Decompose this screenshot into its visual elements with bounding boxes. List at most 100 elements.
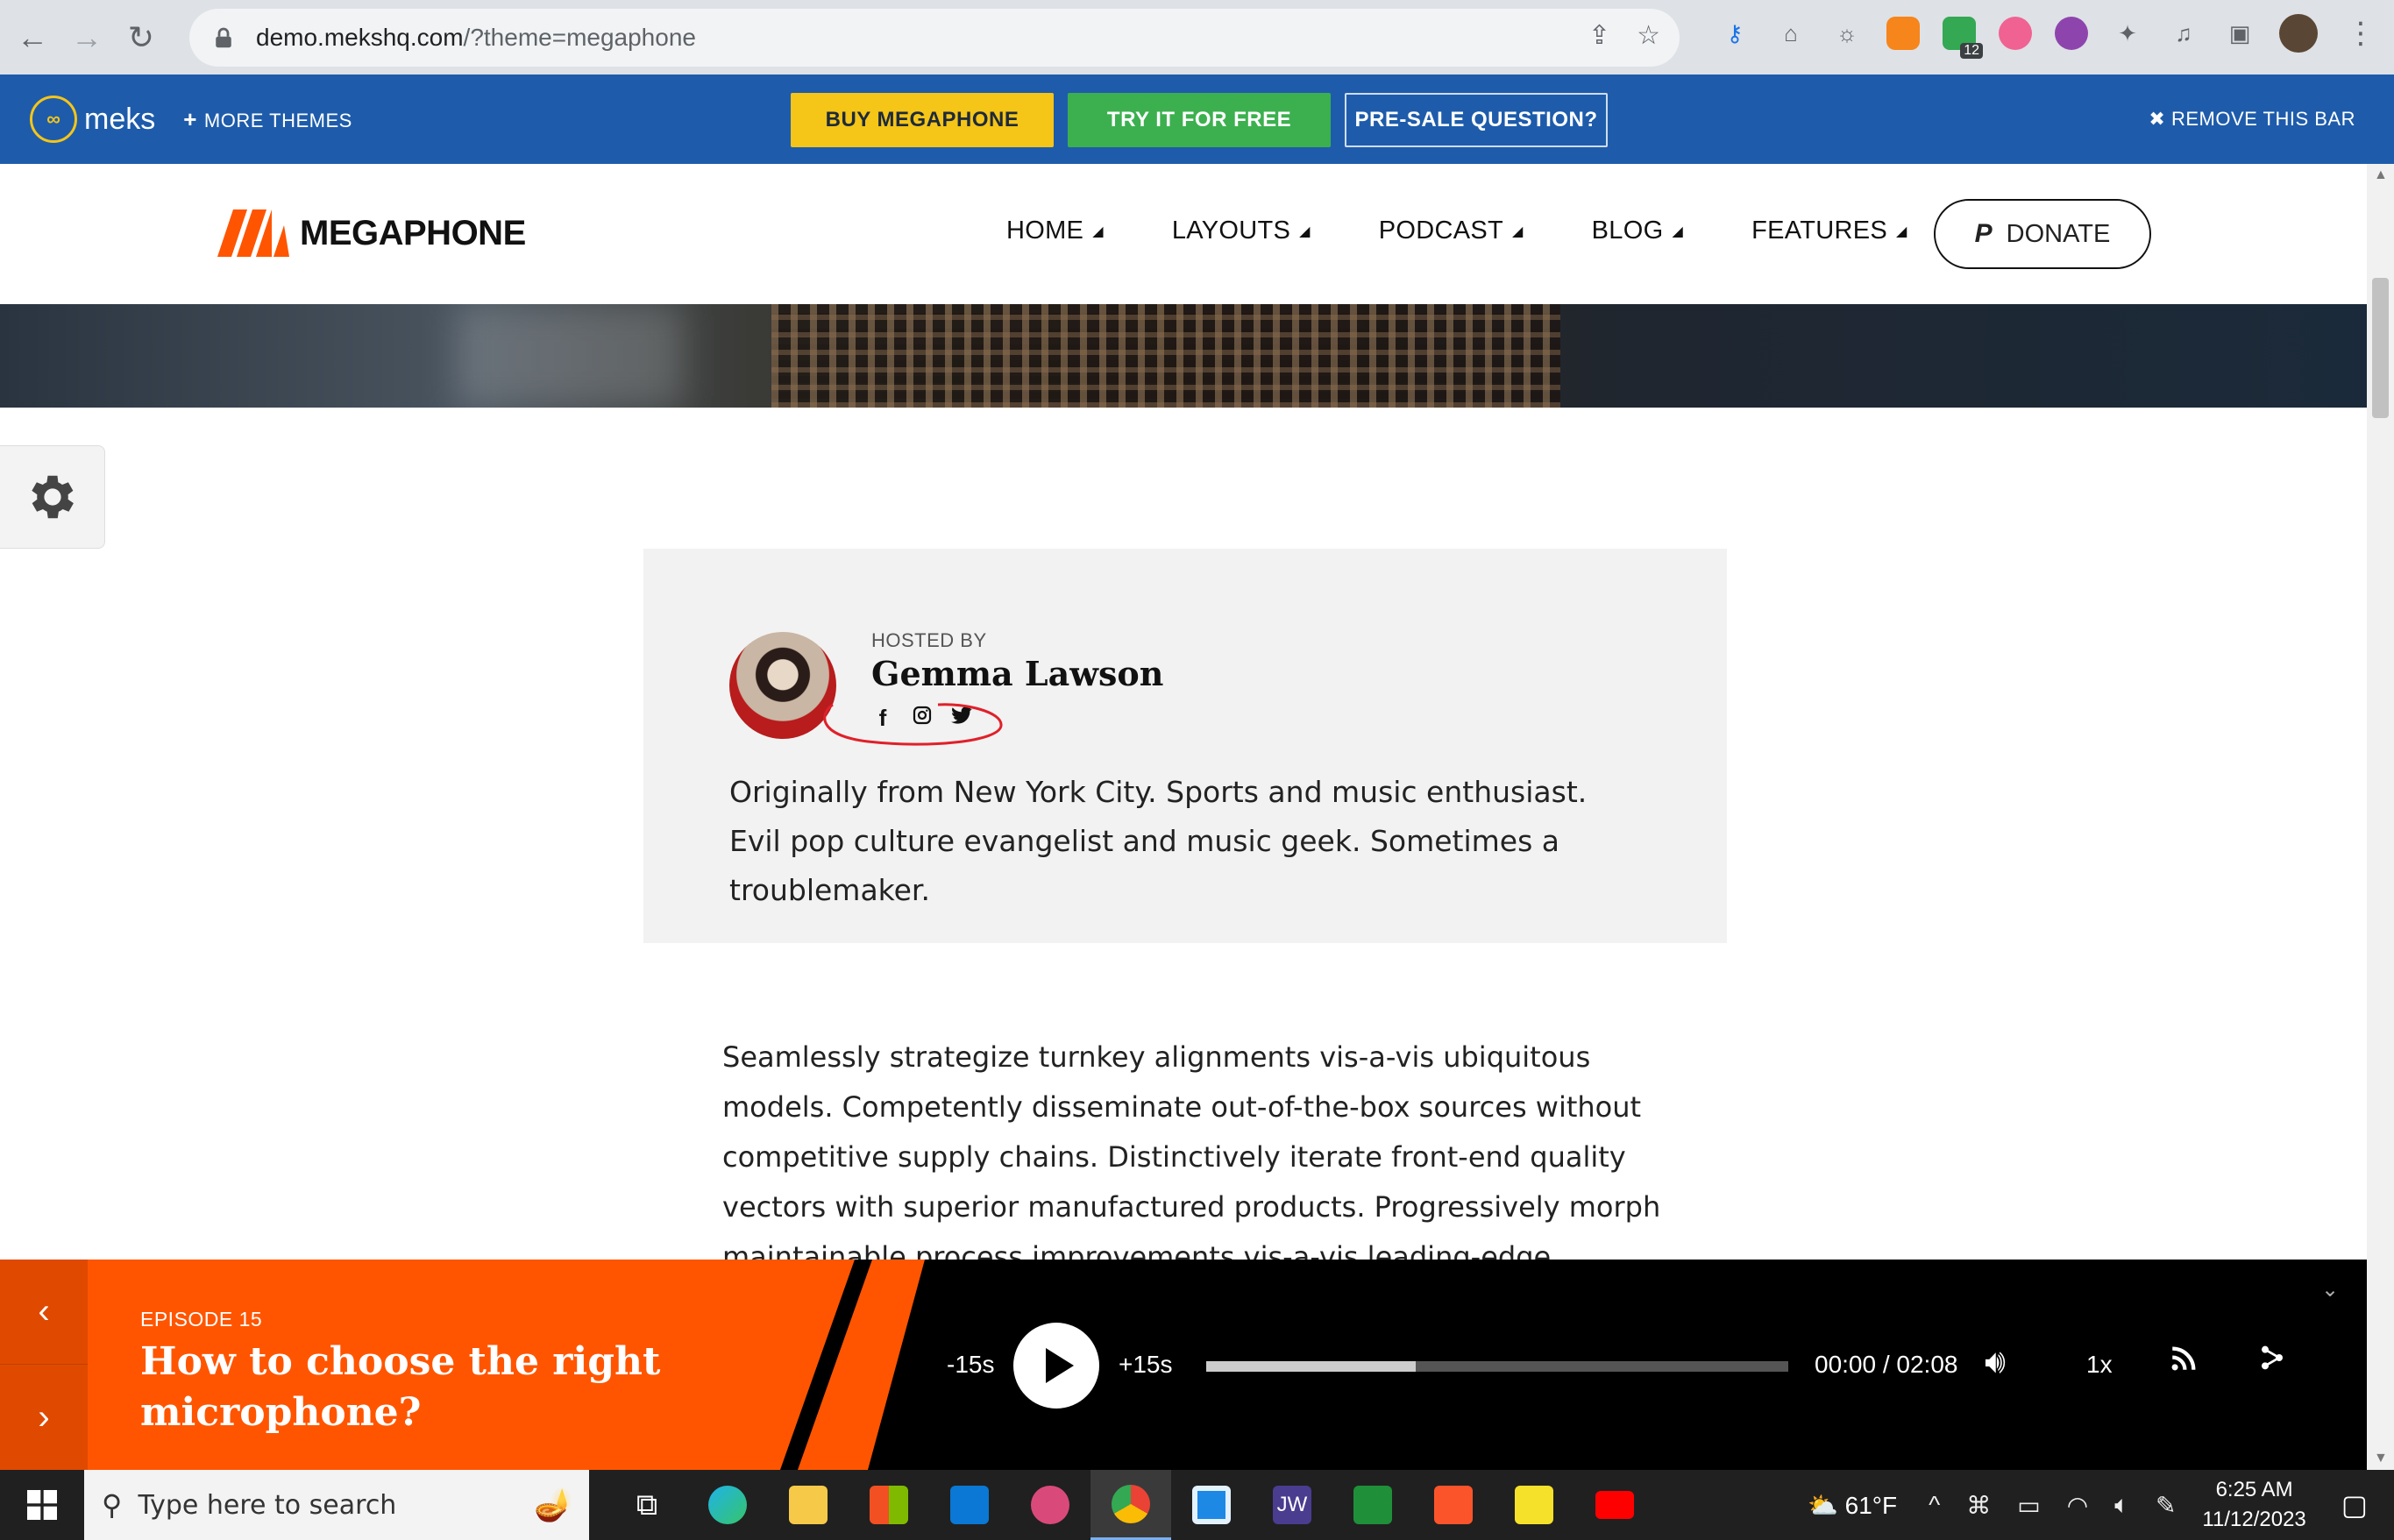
notification-icon[interactable]: ▢ — [2341, 1488, 2368, 1522]
jw-app-icon[interactable]: JW — [1252, 1470, 1332, 1540]
pre-sale-question-button[interactable]: PRE-SALE QUESTION? — [1345, 93, 1608, 147]
gear-icon — [31, 475, 74, 519]
previous-episode-button[interactable]: ‹ — [0, 1260, 88, 1365]
calendar-extension-icon[interactable]: 12 — [1943, 17, 1983, 59]
youtube-icon[interactable] — [1574, 1470, 1655, 1540]
episode-nav: ‹ › — [0, 1260, 88, 1470]
red-annotation-circle — [823, 703, 1003, 746]
nav-podcast[interactable]: PODCAST ◢ — [1379, 216, 1524, 245]
donate-button[interactable]: P DONATE — [1934, 199, 2151, 269]
playback-time: 00:00 / 02:08 — [1815, 1351, 1958, 1378]
chevron-left-icon: ‹ — [38, 1292, 50, 1331]
buy-megaphone-button[interactable]: BUY MEGAPHONE — [791, 93, 1054, 147]
taskbar-apps: ⧉ JW — [607, 1470, 1655, 1540]
share-icon[interactable] — [2258, 1344, 2286, 1380]
puzzle-extensions-icon[interactable]: ✦ — [2111, 17, 2144, 50]
main-nav: HOME ◢ LAYOUTS ◢ PODCAST ◢ BLOG ◢ FEATURES ◢ — [1006, 216, 1976, 245]
battery-icon[interactable]: ▭ — [2017, 1491, 2040, 1520]
speaker-icon[interactable]: 🔈︎ — [2114, 1491, 2129, 1520]
scrollbar-thumb[interactable] — [2372, 278, 2389, 418]
color-extension-icon[interactable] — [1999, 17, 2032, 50]
scroll-up-icon[interactable]: ▲ — [2374, 167, 2388, 183]
episode-label: EPISODE 15 — [140, 1308, 263, 1331]
remove-bar-link[interactable]: ✖ REMOVE THIS BAR — [2149, 108, 2355, 131]
system-clock[interactable]: 6:25 AM 11/12/2023 — [2202, 1475, 2305, 1535]
rss-feed-icon[interactable] — [2169, 1344, 2199, 1381]
hosted-by-label: HOSTED BY — [871, 629, 987, 651]
forward-icon[interactable]: → — [65, 16, 109, 60]
mail-icon[interactable] — [929, 1470, 1010, 1540]
extensions-bar: ⚷ ⌂ ☼ 12 ✦ ♫ ▣ ⋮ — [1718, 14, 2376, 59]
key-extension-icon[interactable]: ⚷ — [1718, 17, 1751, 50]
host-name[interactable]: Gemma Lawson — [871, 654, 1163, 693]
collapse-player-icon[interactable]: ⌄ — [2321, 1277, 2339, 1302]
lock-icon — [216, 27, 231, 48]
host-bio: Originally from New York City. Sports an… — [729, 775, 1588, 907]
play-button[interactable] — [1013, 1323, 1099, 1409]
profile-avatar[interactable] — [2279, 14, 2318, 53]
task-view-icon[interactable]: ⧉ — [607, 1470, 687, 1540]
skip-forward-button[interactable]: +15s — [1119, 1351, 1173, 1379]
meks-logo[interactable]: ∞ meks — [30, 96, 155, 143]
address-bar[interactable]: demo.mekshq.com/?theme=megaphone ⇪ ☆ — [189, 9, 1680, 67]
more-themes-link[interactable]: + MORE THEMES — [183, 106, 352, 133]
brave-icon[interactable] — [1413, 1470, 1494, 1540]
chevron-up-icon[interactable]: ^ — [1929, 1491, 1940, 1519]
back-icon[interactable]: ← — [11, 16, 54, 60]
progress-buffered — [1206, 1361, 1417, 1372]
volume-icon[interactable]: 🔊︎ — [1985, 1344, 2006, 1381]
bulb-extension-icon[interactable]: ☼ — [1830, 17, 1864, 50]
progress-bar[interactable] — [1206, 1361, 1788, 1372]
file-explorer-icon[interactable] — [768, 1470, 849, 1540]
page-scrollbar[interactable]: ▲ ▼ — [2367, 164, 2394, 1470]
sticky-notes-icon[interactable] — [1494, 1470, 1574, 1540]
side-panel-icon[interactable]: ▣ — [2223, 17, 2256, 50]
windows-start-icon[interactable] — [0, 1470, 84, 1540]
pen-icon[interactable]: ✎ — [2156, 1491, 2176, 1520]
share-page-icon[interactable]: ⇪ — [1588, 20, 1610, 51]
reload-icon[interactable]: ↻ — [119, 16, 163, 60]
host-card: HOSTED BY Gemma Lawson f Originally from… — [643, 549, 1727, 943]
brain-extension-icon[interactable] — [2055, 17, 2088, 50]
menu-kebab-icon[interactable]: ⋮ — [2346, 16, 2376, 51]
next-episode-button[interactable]: › — [0, 1365, 88, 1470]
wifi-icon[interactable]: ◠ — [2067, 1491, 2088, 1520]
meet-now-icon[interactable]: ⌘ — [1966, 1491, 1991, 1520]
home-extension-icon[interactable]: ⌂ — [1774, 17, 1808, 50]
nav-blog[interactable]: BLOG ◢ — [1592, 216, 1683, 245]
megaphone-logo[interactable]: MEGAPHONE — [217, 209, 526, 257]
caret-icon: ◢ — [1092, 224, 1104, 239]
edge-icon[interactable] — [687, 1470, 768, 1540]
browser-toolbar: ← → ↻ demo.mekshq.com/?theme=megaphone ⇪… — [0, 0, 2394, 75]
media-control-icon[interactable]: ♫ — [2167, 17, 2200, 50]
skip-back-button[interactable]: -15s — [947, 1351, 994, 1379]
play-icon — [1046, 1348, 1074, 1383]
try-free-button[interactable]: TRY IT FOR FREE — [1068, 93, 1331, 147]
system-tray: ⛅ 61°F ^ ⌘ ▭ ◠ 🔈︎ ✎ 6:25 AM 11/12/2023 ▢ — [1808, 1470, 2394, 1540]
paypal-icon: P — [1974, 219, 1993, 248]
weather-widget[interactable]: ⛅ 61°F — [1808, 1491, 1897, 1520]
nav-home[interactable]: HOME ◢ — [1006, 216, 1104, 245]
microsoft-store-icon[interactable] — [849, 1470, 929, 1540]
episode-title[interactable]: How to choose the right microphone? — [140, 1337, 701, 1438]
nav-features[interactable]: FEATURES ◢ — [1751, 216, 1907, 245]
nav-layouts[interactable]: LAYOUTS ◢ — [1172, 216, 1311, 245]
caret-icon: ◢ — [1299, 224, 1311, 239]
podcast-player: ‹ › EPISODE 15 How to choose the right m… — [0, 1260, 2367, 1470]
url-text: demo.mekshq.com/?theme=megaphone — [256, 24, 696, 51]
window-app-icon[interactable] — [1171, 1470, 1252, 1540]
meks-brand-text: meks — [84, 102, 156, 136]
caret-icon: ◢ — [1896, 224, 1907, 239]
bookmark-star-icon[interactable]: ☆ — [1637, 20, 1660, 51]
windows-taskbar: ⚲ Type here to search 🪔 ⧉ JW ⛅ 61°F ^ ⌘ … — [0, 1470, 2394, 1540]
scroll-down-icon[interactable]: ▼ — [2374, 1451, 2388, 1466]
taskbar-search-input[interactable]: ⚲ Type here to search 🪔 — [84, 1470, 589, 1540]
metamask-extension-icon[interactable] — [1886, 17, 1920, 50]
snip-tool-icon[interactable] — [1010, 1470, 1090, 1540]
caret-icon: ◢ — [1672, 224, 1684, 239]
playback-speed-button[interactable]: 1x — [2086, 1351, 2113, 1379]
megaphone-logo-icon — [217, 209, 289, 257]
theme-settings-toggle[interactable] — [0, 445, 105, 549]
green-app-icon[interactable] — [1332, 1470, 1413, 1540]
chrome-icon[interactable] — [1090, 1470, 1171, 1540]
